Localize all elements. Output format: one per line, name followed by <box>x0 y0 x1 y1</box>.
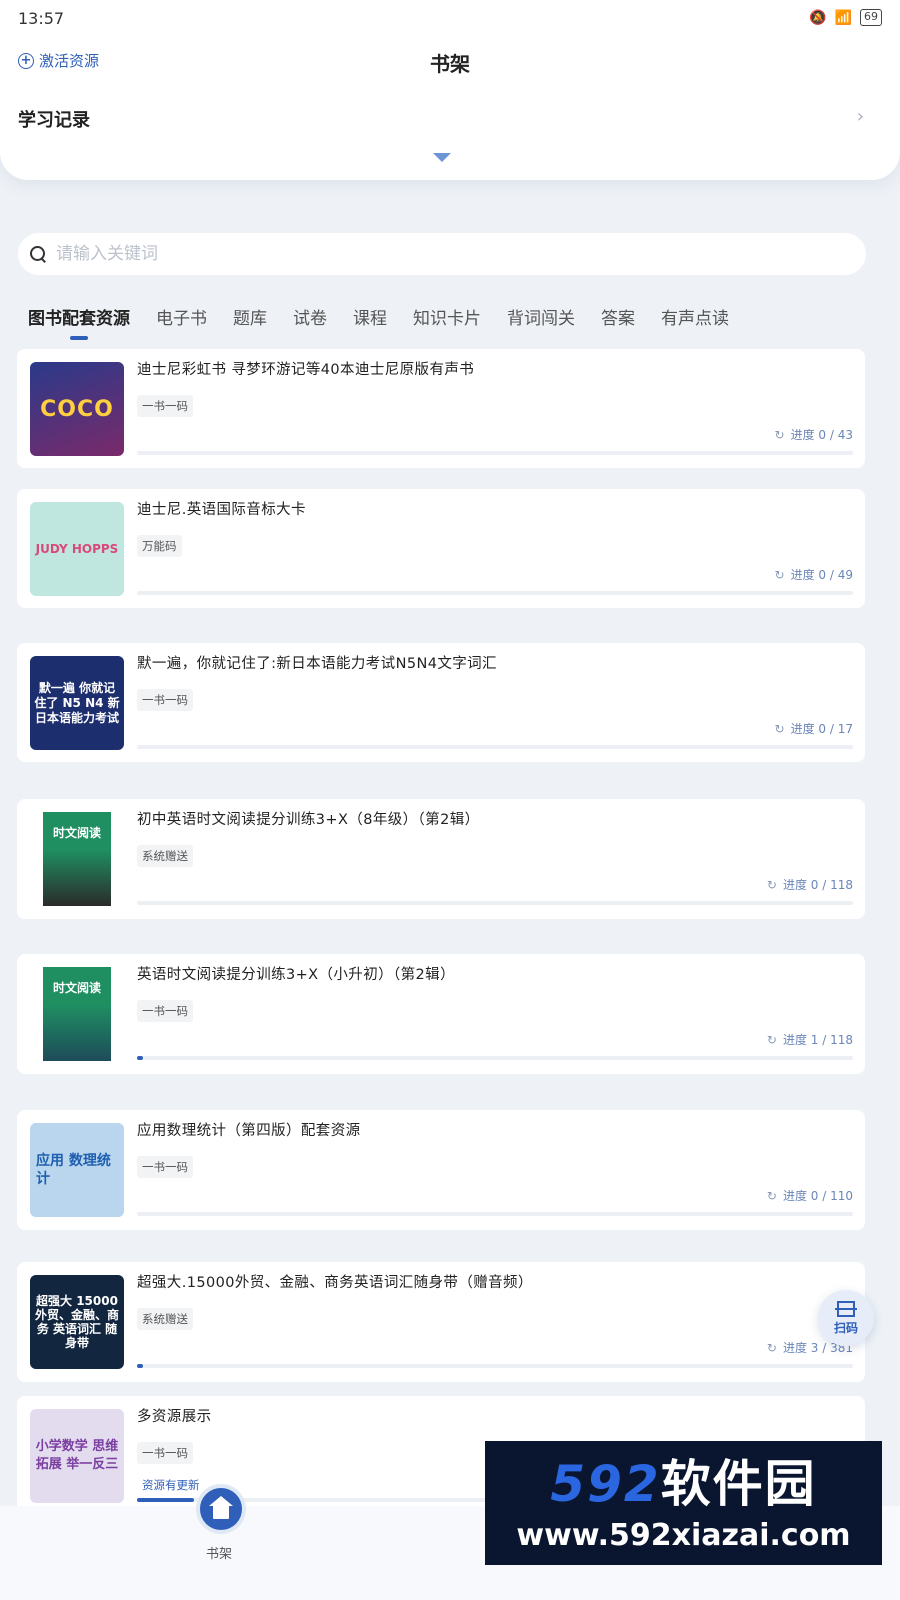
progress-fill <box>137 1056 144 1060</box>
chevron-right-icon[interactable]: › <box>857 106 864 127</box>
search-input[interactable] <box>56 244 836 264</box>
book-card[interactable]: 超强大 15000 外贸、金融、商务 英语词汇 随身带 超强大.15000外贸、… <box>17 1262 865 1382</box>
resource-tabs: 图书配套资源 电子书 题库 试卷 课程 知识卡片 背词闯关 答案 有声点读 <box>28 304 755 340</box>
refresh-icon: ↻ <box>766 878 777 892</box>
search-icon <box>30 246 46 262</box>
status-icons: 🔕 📶 69 <box>809 9 882 26</box>
progress-label: ↻ 进度 0 / 110 <box>766 1189 853 1203</box>
book-cover-image: JUDY HOPPS <box>30 502 124 596</box>
search-bar[interactable] <box>18 233 866 275</box>
book-title: 迪士尼彩虹书 寻梦环游记等40本迪士尼原版有声书 <box>137 362 475 378</box>
scan-label: 扫码 <box>833 1320 858 1335</box>
book-cover-image: 超强大 15000 外贸、金融、商务 英语词汇 随身带 <box>30 1275 124 1369</box>
refresh-icon: ↻ <box>774 568 785 582</box>
home-icon <box>209 1495 233 1519</box>
tab-question-bank[interactable]: 题库 <box>233 304 267 334</box>
tab-knowledge-card[interactable]: 知识卡片 <box>413 304 481 334</box>
tab-book-resources[interactable]: 图书配套资源 <box>28 304 130 340</box>
book-tag: 系统赠送 <box>137 1308 193 1330</box>
tab-course[interactable]: 课程 <box>353 304 387 334</box>
progress-label: ↻ 进度 0 / 43 <box>774 428 853 442</box>
status-time: 13:57 <box>18 9 65 28</box>
book-title: 初中英语时文阅读提分训练3+X（8年级）（第2辑） <box>137 812 480 828</box>
refresh-icon: ↻ <box>766 1341 777 1355</box>
book-cover-image: 时文阅读 <box>30 812 124 906</box>
refresh-icon: ↻ <box>766 1189 777 1203</box>
book-cover-image: 时文阅读 <box>30 967 124 1061</box>
progress-label: ↻ 进度 0 / 17 <box>774 722 853 736</box>
watermark-logo: 592软件园 <box>550 1454 817 1513</box>
tab-ebook[interactable]: 电子书 <box>156 304 207 334</box>
expand-down-icon[interactable] <box>433 153 451 162</box>
progress-bar <box>137 451 853 455</box>
progress-label: ↻ 进度 1 / 118 <box>766 1033 853 1047</box>
book-tag: 一书一码 <box>137 1000 193 1022</box>
book-title: 迪士尼.英语国际音标大卡 <box>137 502 306 518</box>
book-card[interactable]: 时文阅读 初中英语时文阅读提分训练3+X（8年级）（第2辑） 系统赠送 ↻ 进度 … <box>17 799 865 919</box>
refresh-icon: ↻ <box>774 722 785 736</box>
book-tag: 一书一码 <box>137 1442 193 1464</box>
book-cover-image: 应用 数理统计 <box>30 1123 124 1217</box>
home-tab-label: 书架 <box>206 1547 233 1562</box>
scan-button[interactable]: 扫码 <box>818 1290 874 1346</box>
book-cover-image: COCO <box>30 362 124 456</box>
book-tag: 系统赠送 <box>137 845 193 867</box>
book-cover-image: 小学数学 思维拓展 举一反三 <box>30 1409 124 1503</box>
progress-bar <box>137 1212 853 1216</box>
book-card[interactable]: JUDY HOPPS 迪士尼.英语国际音标大卡 万能码 ↻ 进度 0 / 49 <box>17 489 865 608</box>
book-tag: 一书一码 <box>137 395 193 417</box>
progress-fill <box>137 1498 195 1502</box>
tab-vocab-challenge[interactable]: 背词闯关 <box>507 304 575 334</box>
progress-bar <box>137 1364 853 1368</box>
book-title: 超强大.15000外贸、金融、商务英语词汇随身带（赠音频） <box>137 1275 533 1291</box>
book-card[interactable]: COCO 迪士尼彩虹书 寻梦环游记等40本迪士尼原版有声书 一书一码 ↻ 进度 0… <box>17 349 865 468</box>
progress-fill <box>137 1364 143 1368</box>
study-record-link[interactable]: 学习记录 <box>18 106 90 132</box>
mute-bell-icon: 🔕 <box>809 9 827 26</box>
scan-icon <box>835 1300 857 1317</box>
book-tag: 一书一码 <box>137 689 193 711</box>
wifi-icon: 📶 <box>834 9 852 26</box>
book-title: 应用数理统计（第四版）配套资源 <box>137 1123 361 1139</box>
book-title: 英语时文阅读提分训练3+X（小升初）（第2辑） <box>137 967 455 983</box>
battery-icon: 69 <box>860 9 882 26</box>
watermark-overlay: 592软件园 www.592xiazai.com <box>485 1441 882 1565</box>
progress-bar <box>137 591 853 595</box>
book-card[interactable]: 时文阅读 英语时文阅读提分训练3+X（小升初）（第2辑） 一书一码 ↻ 进度 1 … <box>17 954 865 1074</box>
tab-exam-paper[interactable]: 试卷 <box>293 304 327 334</box>
home-tab-button[interactable] <box>196 1484 246 1534</box>
book-title: 多资源展示 <box>137 1409 212 1425</box>
progress-bar <box>137 1056 853 1060</box>
book-cover-image: 默一遍 你就记住了 N5 N4 新日本语能力考试 <box>30 656 124 750</box>
refresh-icon: ↻ <box>774 428 785 442</box>
tab-answers[interactable]: 答案 <box>601 304 635 334</box>
book-card[interactable]: 应用 数理统计 应用数理统计（第四版）配套资源 一书一码 ↻ 进度 0 / 110 <box>17 1110 865 1230</box>
progress-bar <box>137 745 853 749</box>
progress-label: ↻ 进度 0 / 118 <box>766 878 853 892</box>
tab-audio-reading[interactable]: 有声点读 <box>661 304 729 334</box>
book-tag: 万能码 <box>137 535 182 557</box>
watermark-url: www.592xiazai.com <box>516 1517 851 1553</box>
book-tag: 一书一码 <box>137 1156 193 1178</box>
refresh-icon: ↻ <box>766 1033 777 1047</box>
book-card[interactable]: 默一遍 你就记住了 N5 N4 新日本语能力考试 默一遍，你就记住了:新日本语能… <box>17 643 865 762</box>
progress-bar <box>137 901 853 905</box>
progress-label: ↻ 进度 0 / 49 <box>774 568 853 582</box>
update-tag: 资源有更新 <box>142 1478 200 1492</box>
book-title: 默一遍，你就记住了:新日本语能力考试N5N4文字词汇 <box>137 656 497 672</box>
page-title: 书架 <box>430 52 470 76</box>
top-panel: 13:57 🔕 📶 69 + 激活资源 书架 学习记录 › <box>0 0 900 180</box>
